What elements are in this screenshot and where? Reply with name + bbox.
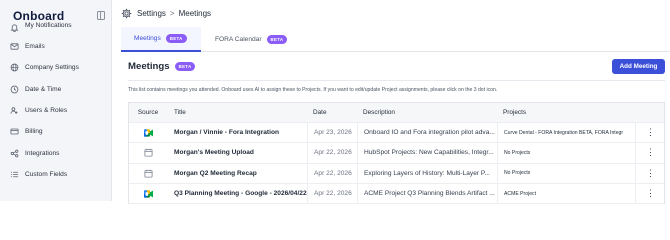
sidebar-item-users-roles[interactable]: Users & Roles [0, 100, 111, 121]
meeting-description: HubSpot Projects: New Capabilities, Inte… [357, 143, 497, 163]
column-header-title[interactable]: Title [167, 103, 307, 122]
tab-meetings[interactable]: Meetings BETA [121, 27, 201, 52]
meeting-projects: Curve Dental - FORA Integration BETA, FO… [497, 123, 635, 143]
meeting-title[interactable]: Morgan Q2 Meeting Recap [167, 164, 307, 183]
meeting-date: Apr 22, 2026 [307, 163, 357, 183]
users-icon [9, 106, 19, 116]
meeting-title[interactable]: Morgan's Meeting Upload [167, 143, 307, 162]
meeting-description: Exploring Layers of History: Multi-Layer… [357, 163, 497, 183]
column-header-projects[interactable]: Projects [497, 103, 635, 122]
meeting-description: Onboard IO and Fora integration pilot ad… [357, 123, 497, 143]
credit-card-icon [9, 127, 19, 137]
calendar-icon [143, 148, 153, 157]
meeting-description: ACME Project Q3 Planning Blends Artifact… [357, 183, 497, 204]
page-description: This list contains meetings you attended… [128, 87, 498, 93]
integrations-icon [9, 148, 19, 158]
sidebar-item-label: Custom Fields [25, 170, 68, 178]
tab-bar: Meetings BETA FORA Calendar BETA [121, 27, 670, 52]
meeting-projects: ACME Project [497, 183, 635, 204]
tab-label: Meetings [134, 35, 161, 42]
source-cell [129, 164, 167, 183]
table-row[interactable]: Morgan Q2 Meeting Recap Apr 22, 2026 Exp… [129, 163, 665, 184]
column-header-date[interactable]: Date [307, 103, 357, 122]
sidebar-item-label: Billing [25, 128, 43, 136]
meeting-date: Apr 22, 2026 [307, 143, 357, 163]
beta-badge: BETA [165, 34, 187, 43]
gear-icon [121, 8, 132, 19]
tab-label: FORA Calendar [215, 36, 262, 43]
list-icon [9, 169, 19, 179]
page-title-text: Meetings [128, 61, 170, 72]
meeting-title[interactable]: Q3 Planning Meeting - Google - 2026/04/2… [167, 184, 307, 203]
clock-icon [9, 84, 19, 94]
table-row[interactable]: Q3 Planning Meeting - Google - 2026/04/2… [129, 183, 665, 205]
source-cell [129, 143, 167, 162]
more-options-icon[interactable]: ⋮ [635, 123, 665, 143]
sidebar-item-label: Date & Time [25, 85, 62, 93]
sidebar-item-custom-fields[interactable]: Custom Fields [0, 164, 111, 185]
meeting-date: Apr 23, 2026 [307, 123, 357, 143]
beta-badge: BETA [174, 62, 196, 71]
sidebar-item-date-time[interactable]: Date & Time [0, 79, 111, 100]
breadcrumb-separator: > [169, 8, 175, 18]
table-row[interactable]: Morgan's Meeting Upload Apr 22, 2026 Hub… [129, 143, 665, 164]
source-cell [129, 123, 167, 142]
meeting-projects: No Projects [497, 143, 635, 163]
google-meet-icon [143, 129, 153, 137]
bell-icon [9, 22, 19, 32]
meeting-date: Apr 22, 2026 [307, 183, 357, 204]
source-cell [129, 184, 167, 203]
divider [128, 80, 665, 81]
meetings-table: Source Title Date Description Projects M… [128, 102, 665, 205]
mail-icon [9, 42, 19, 52]
sidebar-item-emails[interactable]: Emails [0, 36, 111, 57]
tab-fora-calendar[interactable]: FORA Calendar BETA [215, 27, 295, 52]
breadcrumb-settings[interactable]: Settings [137, 9, 166, 18]
sidebar-item-label: Emails [25, 43, 45, 51]
more-options-icon[interactable]: ⋮ [635, 163, 665, 183]
calendar-icon [143, 169, 153, 178]
sidebar-item-company-settings[interactable]: Company Settings [0, 57, 111, 78]
table-header: Source Title Date Description Projects [129, 103, 664, 123]
sidebar-item-integrations[interactable]: Integrations [0, 142, 111, 163]
sidebar-item-label: Company Settings [25, 64, 79, 72]
sidebar-item-notifications[interactable]: My Notifications [0, 22, 111, 36]
sidebar-item-label: My Notifications [25, 22, 72, 29]
sidebar-item-label: Integrations [25, 149, 60, 157]
sidebar: Onboard My Notifications Emails Company … [0, 0, 112, 201]
more-options-icon[interactable]: ⋮ [635, 183, 665, 204]
add-meeting-button[interactable]: Add Meeting [612, 59, 665, 74]
more-options-icon[interactable]: ⋮ [635, 143, 665, 163]
page-title: Meetings BETA [128, 61, 196, 72]
sidebar-nav: My Notifications Emails Company Settings… [0, 22, 111, 185]
table-row[interactable]: Morgan / Vinnie - Fora Integration Apr 2… [129, 123, 665, 144]
meeting-projects: No Projects [497, 163, 635, 183]
sidebar-item-billing[interactable]: Billing [0, 121, 111, 142]
column-header-source[interactable]: Source [129, 103, 167, 122]
globe-icon [9, 63, 19, 73]
google-meet-icon [143, 189, 153, 198]
breadcrumb-current: Meetings [178, 8, 212, 18]
app-logo[interactable]: Onboard [13, 9, 64, 23]
breadcrumb: Settings > Meetings [121, 6, 211, 20]
sidebar-item-label: Users & Roles [25, 107, 68, 115]
beta-badge: BETA [266, 35, 288, 44]
meeting-title[interactable]: Morgan / Vinnie - Fora Integration [167, 123, 307, 142]
column-header-description[interactable]: Description [357, 103, 497, 122]
sidebar-collapse-icon[interactable] [97, 11, 105, 20]
